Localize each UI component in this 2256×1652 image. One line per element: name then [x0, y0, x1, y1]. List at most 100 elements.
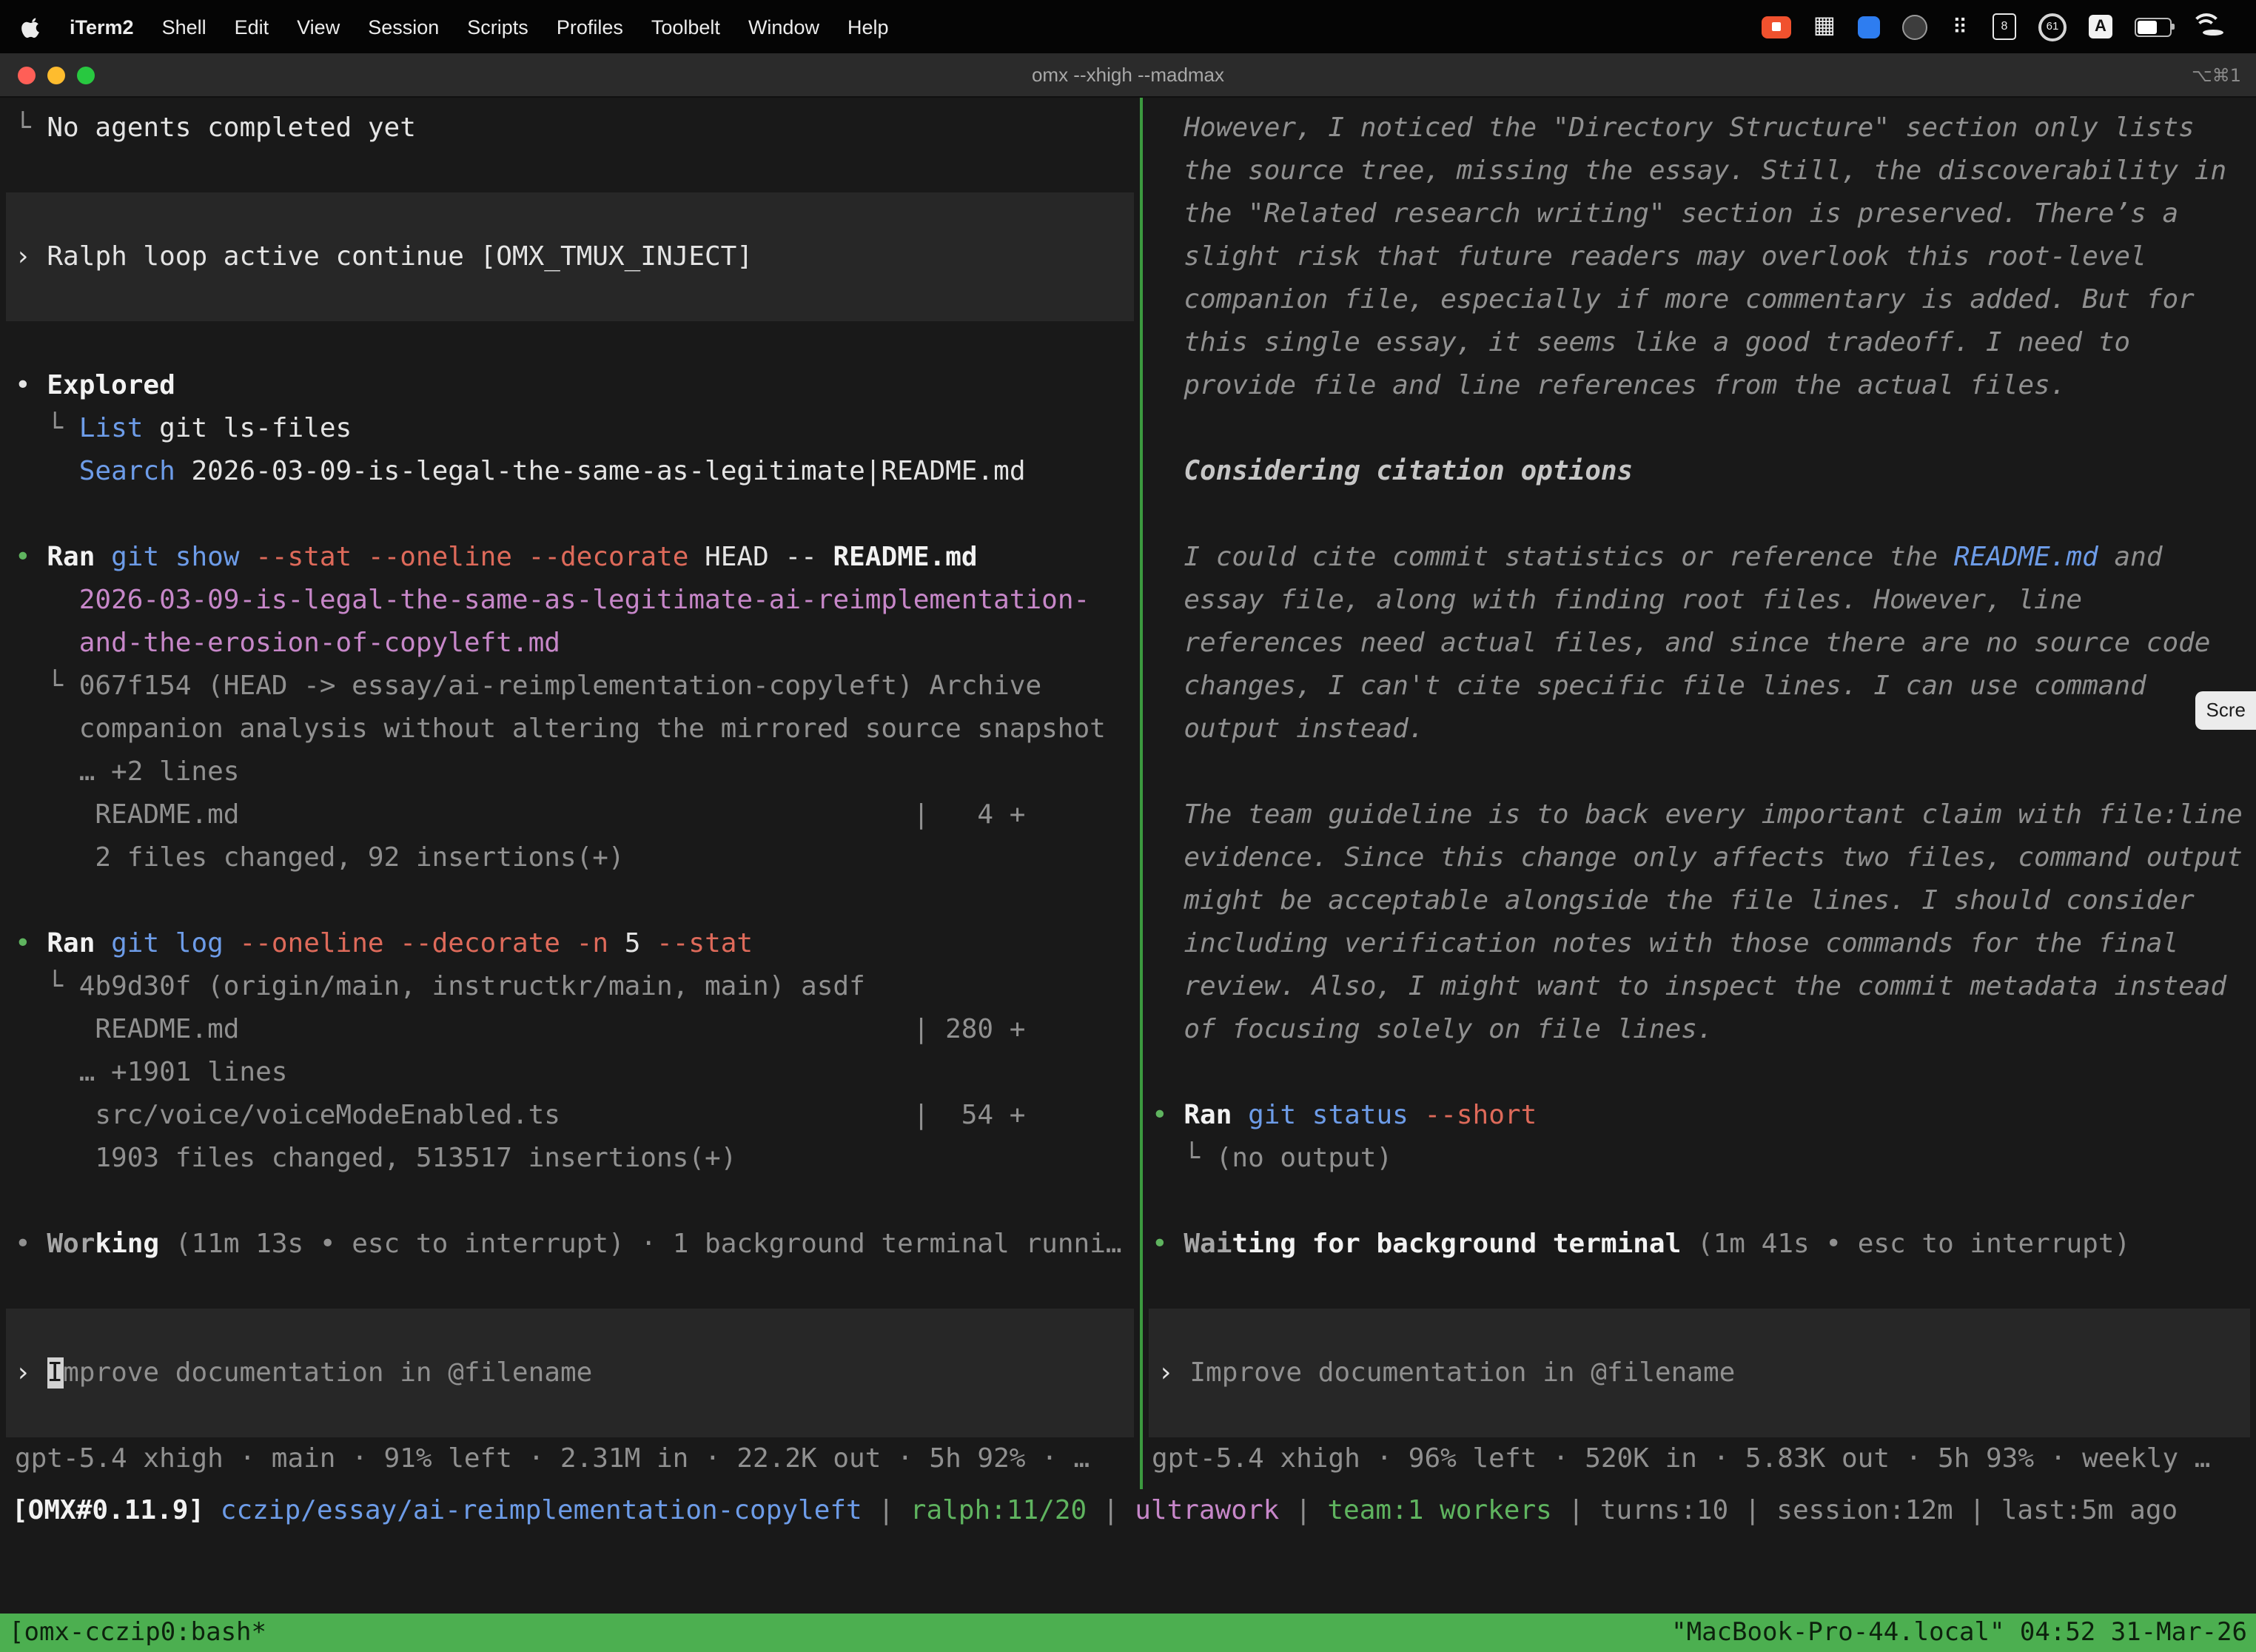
- input-source-icon[interactable]: A: [2089, 15, 2112, 38]
- prompt-input[interactable]: › Improve documentation in @filename: [1149, 1309, 2250, 1437]
- terminal-area: └ No agents completed yet › Ralph loop ac…: [0, 98, 2256, 1489]
- terminal-line: references need actual files, and since …: [1143, 622, 2256, 665]
- terminal-line: • Ran git status --short: [1143, 1094, 2256, 1137]
- terminal-line: changes, I can't cite specific file line…: [1143, 665, 2256, 708]
- menu-item-help[interactable]: Help: [847, 16, 889, 38]
- terminal-line: src/voice/voiceModeEnabled.ts | 54 +: [0, 1094, 1140, 1137]
- terminal-line: └ 067f154 (HEAD -> essay/ai-reimplementa…: [0, 665, 1140, 708]
- terminal-line: • Waiting for background terminal (1m 41…: [1143, 1223, 2256, 1266]
- menu-item-session[interactable]: Session: [368, 16, 439, 38]
- terminal-line: gpt-5.4 xhigh · 96% left · 520K in · 5.8…: [1143, 1437, 2256, 1480]
- terminal-line: [0, 1180, 1140, 1223]
- circle-app-icon[interactable]: [1902, 14, 1927, 39]
- terminal-line: slight risk that future readers may over…: [1143, 235, 2256, 278]
- menu-item-iterm2[interactable]: iTerm2: [70, 16, 134, 38]
- terminal-output: • Explored └ List git ls-files Search 20…: [0, 321, 1140, 1309]
- terminal-line: of focusing solely on file lines.: [1143, 1008, 2256, 1051]
- terminal-line: • Ran git log --oneline --decorate -n 5 …: [0, 922, 1140, 965]
- omx-status-line: [OMX#0.11.9] cczip/essay/ai-reimplementa…: [0, 1489, 2256, 1532]
- menu-item-profiles[interactable]: Profiles: [557, 16, 623, 38]
- terminal-line: 2026-03-09-is-legal-the-same-as-legitima…: [0, 579, 1140, 622]
- menu-bar: iTerm2 Shell Edit View Session Scripts Profile…: [0, 0, 2256, 53]
- left-pane[interactable]: └ No agents completed yet › Ralph loop ac…: [0, 98, 1140, 1489]
- ralph-loop-banner: › Ralph loop active continue [OMX_TMUX_I…: [6, 192, 1134, 321]
- terminal-line: provide file and line references from th…: [1143, 364, 2256, 407]
- terminal-line: companion file, especially if more comme…: [1143, 278, 2256, 321]
- terminal-line: README.md | 280 +: [0, 1008, 1140, 1051]
- terminal-line: • Explored: [0, 364, 1140, 407]
- terminal-line: might be acceptable alongside the file l…: [1143, 879, 2256, 922]
- terminal-line: └ (no output): [1143, 1137, 2256, 1180]
- terminal-line: [1143, 1266, 2256, 1309]
- terminal-line: … +2 lines: [0, 751, 1140, 793]
- screen-share-chip[interactable]: Scre: [2196, 691, 2256, 730]
- terminal-output: gpt-5.4 xhigh · 96% left · 520K in · 5.8…: [1143, 1437, 2256, 1480]
- window-title: omx --xhigh --madmax: [1032, 64, 1224, 86]
- blue-app-icon[interactable]: [1858, 16, 1880, 38]
- menu-item-window[interactable]: Window: [748, 16, 819, 38]
- terminal-line: and-the-erosion-of-copyleft.md: [0, 622, 1140, 665]
- terminal-line: [1143, 751, 2256, 793]
- dots-grid-icon[interactable]: [1950, 14, 1970, 39]
- tmux-host-time: "MacBook-Pro-44.local" 04:52 31-Mar-26: [1671, 1618, 2247, 1648]
- zoom-button[interactable]: [77, 66, 95, 84]
- tmux-session-name: [omx-cczip0:bash*: [9, 1618, 266, 1648]
- terminal-line: The team guideline is to back every impo…: [1143, 793, 2256, 836]
- terminal-line: README.md | 4 +: [0, 793, 1140, 836]
- terminal-line: companion analysis without altering the …: [0, 708, 1140, 751]
- menu-item-shell[interactable]: Shell: [162, 16, 207, 38]
- iterm2-window: iTerm2 Shell Edit View Session Scripts Profile…: [0, 0, 2256, 1652]
- terminal-line: … +1901 lines: [0, 1051, 1140, 1094]
- menu-status-icons: 8 61 A: [1762, 13, 2235, 41]
- menu-item-scripts[interactable]: Scripts: [467, 16, 528, 38]
- terminal-line: However, I noticed the "Directory Struct…: [1143, 107, 2256, 150]
- tmux-status-bar: [omx-cczip0:bash* "MacBook-Pro-44.local"…: [0, 1614, 2256, 1652]
- terminal-output: However, I noticed the "Directory Struct…: [1143, 107, 2256, 1309]
- terminal-line: the source tree, missing the essay. Stil…: [1143, 150, 2256, 192]
- desktop: iTerm2 Shell Edit View Session Scripts Profile…: [0, 0, 2256, 1652]
- minimize-button[interactable]: [47, 66, 65, 84]
- terminal-line: └ List git ls-files: [0, 407, 1140, 450]
- terminal-line: [1143, 407, 2256, 450]
- terminal-line: └ No agents completed yet: [0, 107, 1140, 150]
- terminal-line: • Ran git show --stat --oneline --decora…: [0, 536, 1140, 579]
- terminal-line: [0, 321, 1140, 364]
- menu-item-toolbelt[interactable]: Toolbelt: [651, 16, 720, 38]
- terminal-line: I could cite commit statistics or refere…: [1143, 536, 2256, 579]
- terminal-line: Considering citation options: [1143, 450, 2256, 493]
- terminal-line: gpt-5.4 xhigh · main · 91% left · 2.31M …: [0, 1437, 1140, 1480]
- terminal-line: [0, 879, 1140, 922]
- terminal-line: [1143, 493, 2256, 536]
- battery-icon[interactable]: [2135, 17, 2172, 36]
- terminal-line: review. Also, I might want to inspect th…: [1143, 965, 2256, 1008]
- apple-menu-icon[interactable]: [21, 16, 43, 38]
- menu-item-view[interactable]: View: [297, 16, 340, 38]
- gauge-icon[interactable]: 61: [2038, 13, 2067, 41]
- terminal-line: Search 2026-03-09-is-legal-the-same-as-l…: [0, 450, 1140, 493]
- terminal-line: output instead.: [1143, 708, 2256, 751]
- wifi-icon[interactable]: [2203, 30, 2223, 36]
- terminal-line: essay file, along with finding root file…: [1143, 579, 2256, 622]
- terminal-line: evidence. Since this change only affects…: [1143, 836, 2256, 879]
- right-pane[interactable]: However, I noticed the "Directory Struct…: [1143, 98, 2256, 1489]
- terminal-line: › Improve documentation in @filename: [1149, 1352, 2250, 1394]
- terminal-line: 1903 files changed, 513517 insertions(+): [0, 1137, 1140, 1180]
- terminal-line: [1143, 1180, 2256, 1223]
- terminal-line: └ 4b9d30f (origin/main, instructkr/main,…: [0, 965, 1140, 1008]
- terminal-line: 2 files changed, 92 insertions(+): [0, 836, 1140, 879]
- title-bar: omx --xhigh --madmax ⌥⌘1: [0, 53, 2256, 98]
- menu-item-edit[interactable]: Edit: [235, 16, 269, 38]
- grid-icon[interactable]: [1813, 14, 1836, 39]
- traffic-lights: [18, 53, 95, 96]
- prompt-input[interactable]: › Improve documentation in @filename: [6, 1309, 1134, 1437]
- screen-recording-stop-icon[interactable]: [1762, 16, 1791, 38]
- terminal-line: this single essay, it seems like a good …: [1143, 321, 2256, 364]
- phone-icon[interactable]: 8: [1993, 13, 2016, 40]
- terminal-line: the "Related research writing" section i…: [1143, 192, 2256, 235]
- close-button[interactable]: [18, 66, 36, 84]
- terminal-line: including verification notes with those …: [1143, 922, 2256, 965]
- terminal-line: › Ralph loop active continue [OMX_TMUX_I…: [6, 235, 1134, 278]
- terminal-line: [1143, 1051, 2256, 1094]
- terminal-output: └ No agents completed yet: [0, 107, 1140, 150]
- terminal-line: › Improve documentation in @filename: [6, 1352, 1134, 1394]
